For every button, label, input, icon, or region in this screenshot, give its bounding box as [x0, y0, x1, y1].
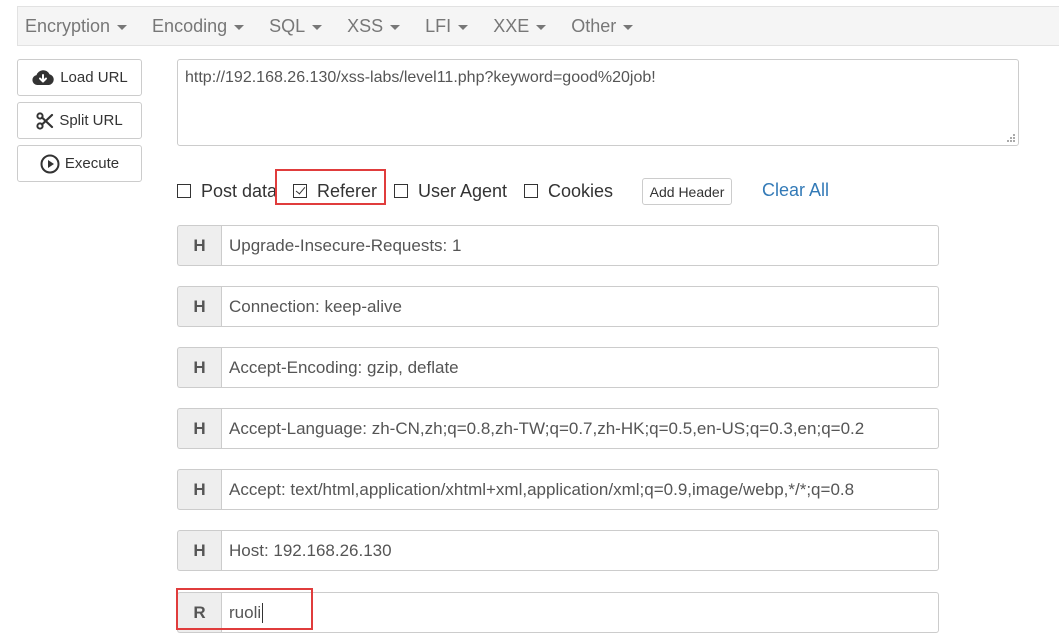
post-data-checkbox[interactable] — [177, 184, 191, 198]
menu-label: Encryption — [25, 15, 111, 36]
header-badge: H — [177, 408, 221, 449]
user-agent-option[interactable]: User Agent — [394, 180, 507, 202]
post-data-label: Post data — [201, 180, 278, 201]
referer-option[interactable]: Referer — [293, 180, 377, 202]
url-value: http://192.168.26.130/xss-labs/level11.p… — [185, 69, 656, 86]
caret-down-icon — [312, 24, 323, 30]
header-row: H Accept-Language: zh-CN,zh;q=0.8,zh-TW;… — [177, 408, 939, 449]
menu-label: LFI — [425, 15, 452, 36]
execute-label: Execute — [64, 155, 120, 172]
caret-down-icon — [536, 24, 547, 30]
header-input[interactable]: Accept: text/html,application/xhtml+xml,… — [221, 469, 939, 510]
referer-badge: R — [177, 592, 221, 633]
post-data-option[interactable]: Post data — [177, 180, 277, 202]
referer-row: R ruoli — [177, 592, 939, 633]
referer-checkbox[interactable] — [293, 184, 307, 198]
caret-down-icon — [458, 24, 469, 30]
menu-label: SQL — [269, 15, 306, 36]
cookies-label: Cookies — [548, 180, 614, 201]
text-cursor — [262, 602, 264, 623]
cookies-option[interactable]: Cookies — [524, 180, 613, 202]
menu-label: XSS — [347, 15, 384, 36]
caret-down-icon — [623, 24, 634, 30]
header-row: H Host: 192.168.26.130 — [177, 530, 939, 571]
menu-sql[interactable]: SQL — [269, 15, 323, 37]
menu-label: Other — [571, 15, 617, 36]
header-input[interactable]: Upgrade-Insecure-Requests: 1 — [221, 225, 939, 266]
clear-all-link[interactable]: Clear All — [762, 180, 829, 201]
user-agent-label: User Agent — [418, 180, 508, 201]
header-input[interactable]: Accept-Language: zh-CN,zh;q=0.8,zh-TW;q=… — [221, 408, 939, 449]
caret-down-icon — [390, 24, 401, 30]
header-badge: H — [177, 347, 221, 388]
header-badge: H — [177, 469, 221, 510]
menu-other[interactable]: Other — [571, 15, 634, 37]
header-row: H Upgrade-Insecure-Requests: 1 — [177, 225, 939, 266]
split-url-button[interactable]: Split URL — [17, 102, 142, 139]
load-url-label: Load URL — [60, 69, 128, 86]
execute-button[interactable]: Execute — [17, 145, 142, 182]
menu-encryption[interactable]: Encryption — [25, 15, 128, 37]
url-textarea[interactable]: http://192.168.26.130/xss-labs/level11.p… — [177, 59, 1019, 146]
menu-xxe[interactable]: XXE — [493, 15, 547, 37]
play-circle-icon — [40, 154, 60, 173]
referer-input[interactable]: ruoli — [221, 592, 939, 633]
menu-encoding[interactable]: Encoding — [152, 15, 245, 37]
header-input[interactable]: Accept-Encoding: gzip, deflate — [221, 347, 939, 388]
header-input[interactable]: Host: 192.168.26.130 — [221, 530, 939, 571]
add-header-button[interactable]: Add Header — [642, 178, 732, 205]
header-row: H Accept: text/html,application/xhtml+xm… — [177, 469, 939, 510]
referer-label: Referer — [317, 180, 378, 201]
cloud-download-icon — [32, 69, 54, 85]
referer-value: ruoli — [229, 602, 262, 622]
caret-down-icon — [234, 24, 245, 30]
header-input[interactable]: Connection: keep-alive — [221, 286, 939, 327]
user-agent-checkbox[interactable] — [394, 184, 408, 198]
header-badge: H — [177, 225, 221, 266]
menu-xss[interactable]: XSS — [347, 15, 401, 37]
load-url-button[interactable]: Load URL — [17, 59, 142, 96]
menu-bar: Encryption Encoding SQL XSS LFI XXE Othe… — [17, 6, 1059, 46]
resize-grip-icon[interactable] — [1004, 131, 1016, 143]
menu-label: XXE — [493, 15, 530, 36]
menu-label: Encoding — [152, 15, 228, 36]
header-row: H Accept-Encoding: gzip, deflate — [177, 347, 939, 388]
header-badge: H — [177, 286, 221, 327]
scissors-icon — [36, 111, 54, 130]
menu-lfi[interactable]: LFI — [425, 15, 469, 37]
cookies-checkbox[interactable] — [524, 184, 538, 198]
header-row: H Connection: keep-alive — [177, 286, 939, 327]
split-url-label: Split URL — [59, 112, 123, 129]
header-badge: H — [177, 530, 221, 571]
caret-down-icon — [117, 24, 128, 30]
